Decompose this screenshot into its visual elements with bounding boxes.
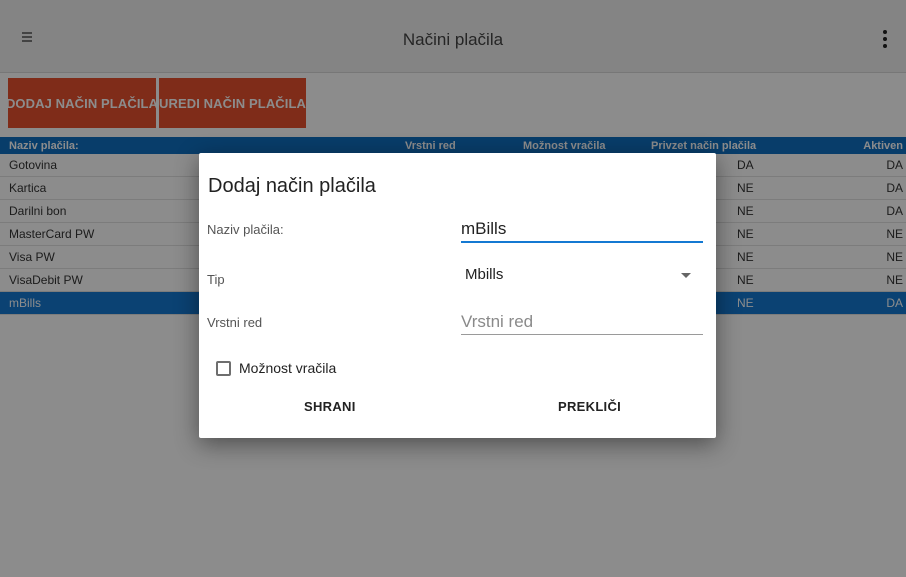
dropdown-arrow-icon (681, 273, 691, 278)
order-field-label: Vrstni red (207, 315, 263, 330)
name-field-label: Naziv plačila: (207, 222, 284, 237)
save-button[interactable]: SHRANI (304, 399, 356, 414)
add-payment-method-dialog: Dodaj način plačila Naziv plačila: mBill… (199, 153, 716, 438)
order-input[interactable]: Vrstni red (461, 310, 703, 335)
name-input[interactable]: mBills (461, 217, 703, 243)
name-input-value: mBills (461, 219, 507, 238)
refund-checkbox[interactable] (216, 360, 231, 376)
cancel-button[interactable]: PREKLIČI (558, 399, 621, 414)
dialog-title: Dodaj način plačila (208, 175, 376, 197)
refund-checkbox-row[interactable]: Možnost vračila (216, 358, 336, 378)
type-field-label: Tip (207, 272, 225, 287)
app-screen: Načini plačila DODAJ NAČIN PLAČILA UREDI… (0, 0, 906, 577)
refund-checkbox-label: Možnost vračila (239, 360, 337, 376)
type-select-value: Mbills (465, 266, 504, 283)
type-select[interactable]: Mbills (461, 263, 703, 287)
order-input-placeholder: Vrstni red (461, 312, 534, 331)
